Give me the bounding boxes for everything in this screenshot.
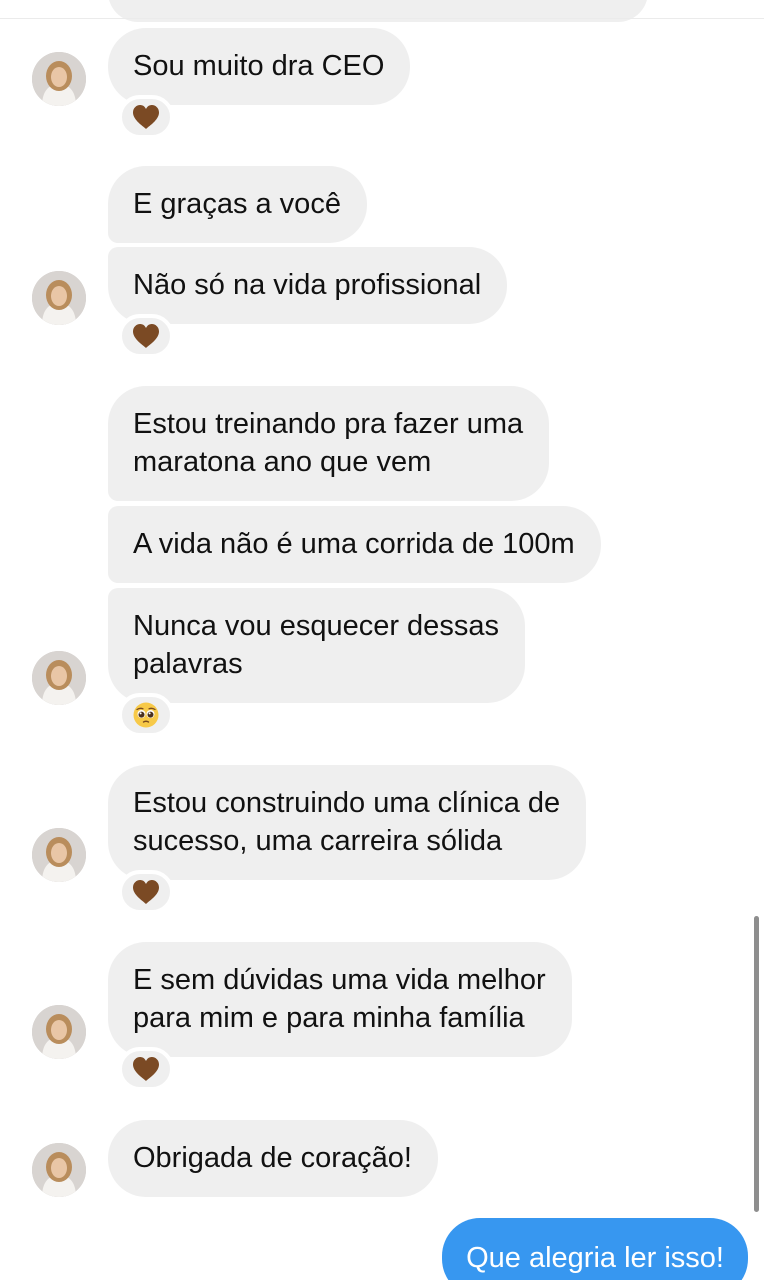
brown-heart-icon [132, 879, 160, 905]
sent-message-text: Que alegria ler isso! [466, 1242, 724, 1274]
message-text: Obrigada de coração! [133, 1142, 412, 1174]
sender-avatar[interactable] [32, 1143, 86, 1197]
message-bubble[interactable]: Obrigada de coração! [108, 1120, 438, 1197]
avatar-photo-icon [32, 271, 86, 325]
brown-heart-icon [132, 104, 160, 130]
sender-avatar[interactable] [32, 828, 86, 882]
message-text: Sou muito dra CEO [133, 50, 385, 82]
message-text-line: palavras [133, 648, 243, 680]
sender-avatar[interactable] [32, 52, 86, 106]
reaction-badge[interactable] [118, 1047, 174, 1091]
avatar-photo-icon [32, 1005, 86, 1059]
message-bubble[interactable]: A vida não é uma corrida de 100m [108, 506, 601, 583]
avatar-photo-icon [32, 651, 86, 705]
message-text-line: maratona ano que vem [133, 446, 432, 478]
message-bubble[interactable]: E graças a você [108, 166, 367, 243]
brown-heart-icon [132, 1056, 160, 1082]
message-bubble[interactable]: Sou muito dra CEO [108, 28, 411, 105]
chat-thread[interactable]: Sou muito dra CEO E graças a você Não só… [0, 0, 764, 1280]
message-bubble[interactable]: Estou treinando pra fazer uma maratona a… [108, 386, 550, 501]
reaction-badge[interactable] [118, 693, 174, 737]
header-divider [0, 18, 764, 19]
reaction-badge[interactable] [118, 95, 174, 139]
message-bubble[interactable]: E sem dúvidas uma vida melhor para mim e… [108, 942, 572, 1057]
message-text-line: sucesso, uma carreira sólida [133, 825, 503, 857]
sent-message-bubble[interactable]: Que alegria ler isso! [442, 1218, 748, 1280]
sender-avatar[interactable] [32, 1005, 86, 1059]
pleading-face-icon [132, 701, 160, 729]
avatar-photo-icon [32, 828, 86, 882]
reaction-badge[interactable] [118, 314, 174, 358]
reaction-badge[interactable] [118, 870, 174, 914]
message-bubble[interactable]: Não só na vida profissional [108, 247, 508, 324]
message-text-line: para mim e para minha família [133, 1002, 525, 1034]
message-text: E graças a você [133, 188, 341, 220]
message-text-line: E sem dúvidas uma vida melhor [133, 964, 546, 996]
sender-avatar[interactable] [32, 271, 86, 325]
sender-avatar[interactable] [32, 651, 86, 705]
message-bubble[interactable]: Nunca vou esquecer dessas palavras [108, 588, 525, 703]
message-text: Não só na vida profissional [133, 269, 482, 301]
avatar-photo-icon [32, 52, 86, 106]
brown-heart-icon [132, 323, 160, 349]
message-text-line: Nunca vou esquecer dessas [133, 610, 499, 642]
message-text: A vida não é uma corrida de 100m [133, 528, 575, 560]
message-text-line: Estou treinando pra fazer uma [133, 408, 524, 440]
message-text-line: Estou construindo uma clínica de [133, 787, 561, 819]
message-bubble[interactable]: Estou construindo uma clínica de sucesso… [108, 765, 587, 880]
avatar-photo-icon [32, 1143, 86, 1197]
scrollbar[interactable] [754, 916, 759, 1212]
